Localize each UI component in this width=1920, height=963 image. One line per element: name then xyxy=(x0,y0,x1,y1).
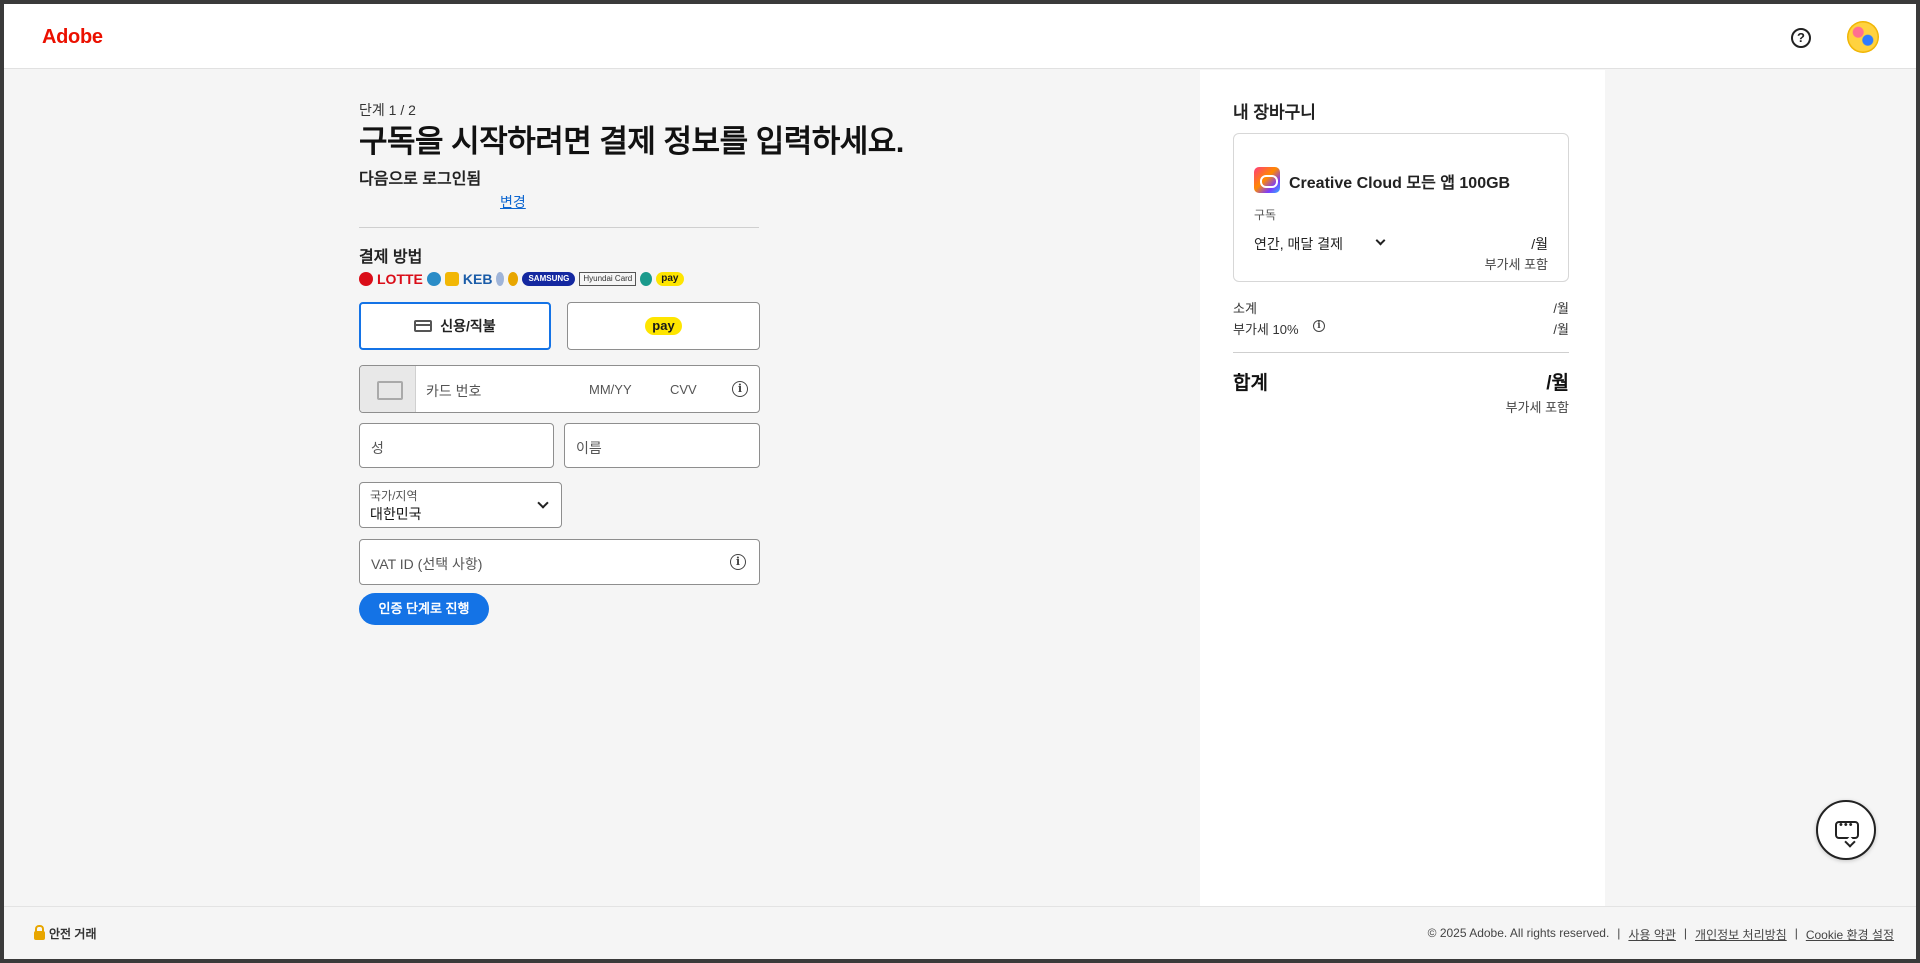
vat-rate-info-icon[interactable]: i xyxy=(1313,320,1325,332)
samsung-logo: SAMSUNG xyxy=(522,272,576,286)
chat-bubble-icon xyxy=(1835,819,1859,839)
vat-info-icon[interactable]: i xyxy=(730,554,746,570)
total-label: 합계 xyxy=(1233,373,1268,394)
cvv-input[interactable]: CVV xyxy=(670,382,697,397)
secure-transaction: 안전 거래 xyxy=(34,925,97,942)
bank-icon xyxy=(640,272,653,286)
vat-id-field[interactable]: VAT ID (선택 사항) i xyxy=(359,539,760,585)
logged-in-label: 다음으로 로그인됨 xyxy=(359,171,482,188)
first-name-field[interactable]: 이름 xyxy=(564,423,760,468)
footer-separator: | xyxy=(1794,926,1798,940)
chevron-down-icon xyxy=(537,497,549,509)
item-vat-included: 부가세 포함 xyxy=(1484,257,1548,272)
last-name-placeholder: 성 xyxy=(371,440,384,456)
vat-label: 부가세 10% xyxy=(1233,322,1299,337)
app-frame: Adobe ? 단계 1 / 2 구독을 시작하려면 결제 정보를 입력하세요.… xyxy=(4,4,1916,959)
medal-icon xyxy=(508,272,519,286)
cart-divider xyxy=(1233,352,1569,353)
item-price: /월 xyxy=(1531,236,1548,252)
country-value: 대한민국 xyxy=(370,506,422,522)
card-placeholder-icon xyxy=(360,366,416,412)
divider xyxy=(359,227,759,228)
vat-value: /월 xyxy=(1553,322,1569,337)
secure-label: 안전 거래 xyxy=(49,927,97,941)
country-label: 국가/지역 xyxy=(370,489,418,503)
credit-card-icon xyxy=(414,320,433,332)
help-icon[interactable]: ? xyxy=(1791,28,1811,48)
lotte-logo: LOTTE xyxy=(377,271,423,287)
total-value: /월 xyxy=(1546,373,1569,394)
total-vat-included: 부가세 포함 xyxy=(1505,400,1569,415)
product-name: Creative Cloud 모든 앱 100GB xyxy=(1289,175,1511,192)
cart-item-card: Creative Cloud 모든 앱 100GB 구독 연간, 매달 결제 /… xyxy=(1233,133,1569,282)
country-select[interactable]: 국가/지역 대한민국 xyxy=(359,482,562,528)
cart-title: 내 장바구니 xyxy=(1233,103,1316,122)
kakaopay-label: pay xyxy=(645,317,682,335)
subtotal-label: 소계 xyxy=(1233,301,1257,316)
payment-form-area: 단계 1 / 2 구독을 시작하려면 결제 정보를 입력하세요. 다음으로 로그… xyxy=(4,70,1200,906)
privacy-link[interactable]: 개인정보 처리방침 xyxy=(1695,926,1787,943)
page-title: 구독을 시작하려면 결제 정보를 입력하세요. xyxy=(359,124,904,159)
keb-logo: KEB xyxy=(462,271,493,287)
copyright: © 2025 Adobe. All rights reserved. xyxy=(1427,926,1610,940)
vat-id-placeholder: VAT ID (선택 사항) xyxy=(371,556,483,572)
tab-credit-card-label: 신용/직불 xyxy=(440,318,496,334)
card-details-field: 카드 번호 MM/YY CVV i xyxy=(359,365,760,413)
footer-separator: | xyxy=(1617,926,1621,940)
tab-kakaopay[interactable]: pay xyxy=(567,302,760,350)
globe-icon xyxy=(426,272,441,286)
kb-icon xyxy=(444,272,459,286)
first-name-placeholder: 이름 xyxy=(576,440,602,456)
last-name-field[interactable]: 성 xyxy=(359,423,554,468)
change-account-link[interactable]: 변경 xyxy=(500,192,526,212)
lock-icon xyxy=(34,925,45,940)
footer-separator: | xyxy=(1683,926,1688,940)
subtotal-value: /월 xyxy=(1553,301,1569,316)
terms-link[interactable]: 사용 약관 xyxy=(1628,926,1676,943)
cart-panel: 내 장바구니 Creative Cloud 모든 앱 100GB 구독 연간, … xyxy=(1200,70,1605,906)
card-number-input[interactable]: 카드 번호 xyxy=(426,381,481,401)
tab-credit-card[interactable]: 신용/직불 xyxy=(359,302,551,350)
cookie-settings-link[interactable]: Cookie 환경 설정 xyxy=(1806,926,1894,943)
footer-links: © 2025 Adobe. All rights reserved. | 사용 … xyxy=(1428,926,1894,943)
header: Adobe ? xyxy=(4,4,1916,69)
chat-button[interactable] xyxy=(1816,800,1876,860)
footer: 안전 거래 © 2025 Adobe. All rights reserved.… xyxy=(4,906,1916,959)
creative-cloud-icon xyxy=(1254,167,1280,193)
proceed-button[interactable]: 인증 단계로 진행 xyxy=(359,593,489,625)
plan-selector[interactable]: 연간, 매달 결제 xyxy=(1254,234,1343,254)
kakaopay-logo: pay xyxy=(656,272,684,286)
card-brand-logos: LOTTE KEB SAMSUNG Hyundai Card pay xyxy=(359,270,684,288)
plan-chevron-down-icon[interactable] xyxy=(1375,235,1386,246)
subscription-label: 구독 xyxy=(1254,208,1277,222)
moon-icon xyxy=(496,272,505,286)
adobe-logo[interactable]: Adobe xyxy=(42,26,103,49)
payment-method-title: 결제 방법 xyxy=(359,249,423,266)
expiry-input[interactable]: MM/YY xyxy=(589,382,632,397)
cvv-info-icon[interactable]: i xyxy=(732,381,748,397)
lotte-icon xyxy=(359,272,373,286)
hyundai-card-logo: Hyundai Card xyxy=(579,272,637,286)
user-avatar[interactable] xyxy=(1847,21,1879,53)
